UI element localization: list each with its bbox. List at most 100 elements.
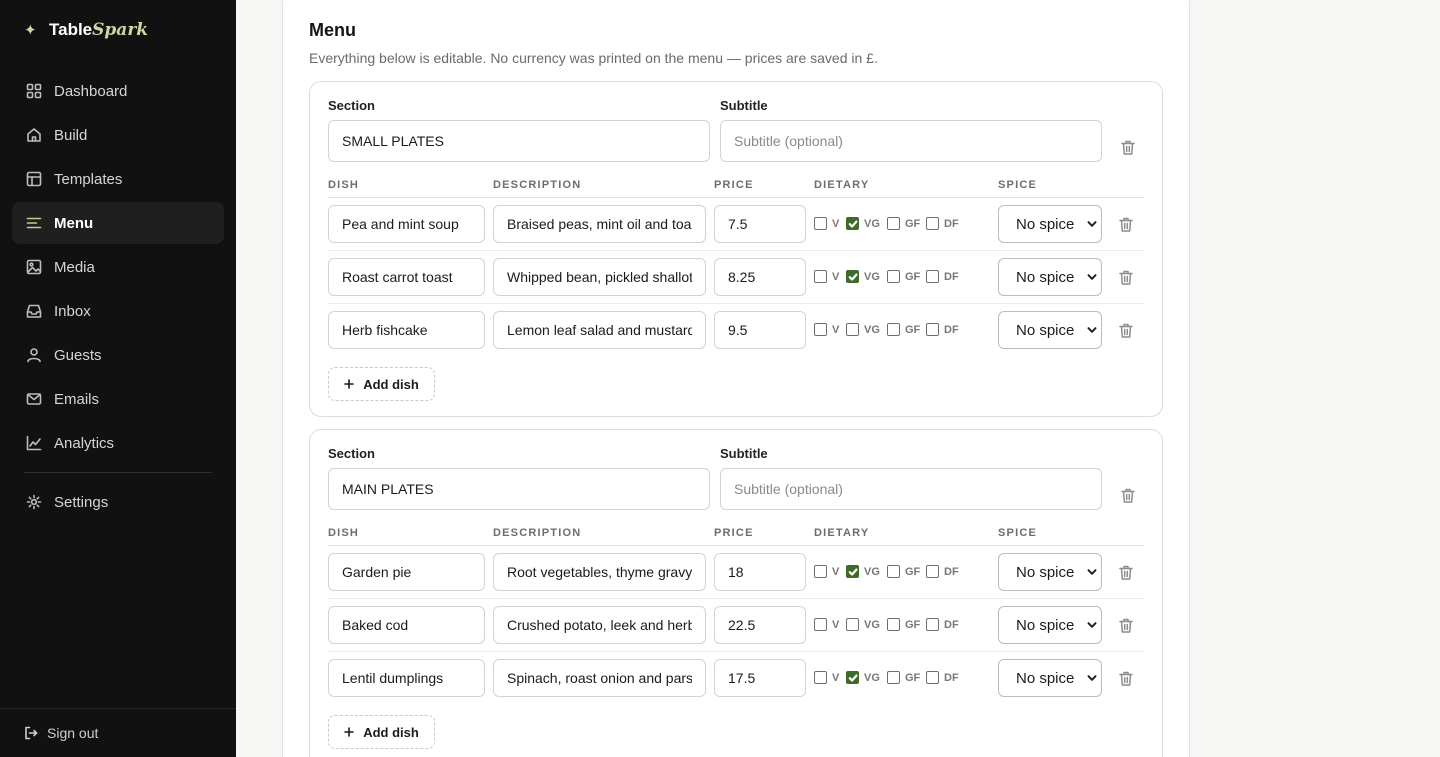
checkbox[interactable] xyxy=(887,217,900,230)
spice-select[interactable]: No spice xyxy=(998,205,1102,243)
dietary-df-checkbox[interactable]: DF xyxy=(926,217,959,230)
dietary-gf-checkbox[interactable]: GF xyxy=(887,270,920,283)
sign-out-button[interactable]: Sign out xyxy=(0,708,236,757)
dish-price-input[interactable] xyxy=(714,659,806,697)
brand-logo[interactable]: ✦ Table Spark xyxy=(24,18,148,42)
dish-description-input[interactable] xyxy=(493,553,706,591)
dish-description-input[interactable] xyxy=(493,258,706,296)
sidebar-item-analytics[interactable]: Analytics xyxy=(12,422,224,464)
dietary-vg-checkbox[interactable]: VG xyxy=(846,565,880,578)
dietary-gf-checkbox[interactable]: GF xyxy=(887,671,920,684)
dish-price-input[interactable] xyxy=(714,606,806,644)
delete-section-button[interactable] xyxy=(1120,139,1136,155)
checkbox[interactable] xyxy=(887,618,900,631)
delete-dish-button[interactable] xyxy=(1118,564,1134,580)
delete-dish-button[interactable] xyxy=(1118,670,1134,686)
dietary-df-checkbox[interactable]: DF xyxy=(926,565,959,578)
sidebar-item-menu[interactable]: Menu xyxy=(12,202,224,244)
dish-name-input[interactable] xyxy=(328,606,485,644)
dietary-df-checkbox[interactable]: DF xyxy=(926,618,959,631)
checkbox[interactable] xyxy=(887,671,900,684)
add-dish-button[interactable]: Add dish xyxy=(328,715,435,749)
dish-description-input[interactable] xyxy=(493,311,706,349)
checkbox[interactable] xyxy=(814,270,827,283)
checkbox[interactable] xyxy=(887,565,900,578)
spice-select[interactable]: No spice xyxy=(998,311,1102,349)
dish-name-input[interactable] xyxy=(328,659,485,697)
dietary-vg-checkbox[interactable]: VG xyxy=(846,323,880,336)
dietary-v-checkbox[interactable]: V xyxy=(814,323,839,336)
spice-select[interactable]: No spice xyxy=(998,258,1102,296)
dish-price-input[interactable] xyxy=(714,258,806,296)
spice-select[interactable]: No spice xyxy=(998,659,1102,697)
checkbox[interactable] xyxy=(846,217,859,230)
sidebar-item-settings[interactable]: Settings xyxy=(12,481,224,523)
dish-price-input[interactable] xyxy=(714,205,806,243)
checkbox[interactable] xyxy=(926,618,939,631)
dietary-v-checkbox[interactable]: V xyxy=(814,618,839,631)
checkbox[interactable] xyxy=(814,618,827,631)
dietary-v-checkbox[interactable]: V xyxy=(814,671,839,684)
dietary-v-checkbox[interactable]: V xyxy=(814,217,839,230)
checkbox[interactable] xyxy=(846,671,859,684)
dietary-vg-checkbox[interactable]: VG xyxy=(846,618,880,631)
brand-name-accent: Spark xyxy=(92,20,149,40)
add-dish-button[interactable]: Add dish xyxy=(328,367,435,401)
section-subtitle-input[interactable] xyxy=(720,120,1102,162)
dish-description-input[interactable] xyxy=(493,659,706,697)
dish-name-input[interactable] xyxy=(328,311,485,349)
dietary-gf-checkbox[interactable]: GF xyxy=(887,217,920,230)
checkbox[interactable] xyxy=(926,671,939,684)
delete-dish-button[interactable] xyxy=(1118,617,1134,633)
dish-name-input[interactable] xyxy=(328,553,485,591)
spice-select[interactable]: No spice xyxy=(998,606,1102,644)
delete-dish-button[interactable] xyxy=(1118,322,1134,338)
checkbox[interactable] xyxy=(926,323,939,336)
checkbox[interactable] xyxy=(846,323,859,336)
checkbox[interactable] xyxy=(926,565,939,578)
section-name-input[interactable] xyxy=(328,468,710,510)
checkbox[interactable] xyxy=(887,323,900,336)
dietary-v-checkbox[interactable]: V xyxy=(814,270,839,283)
sidebar-item-dashboard[interactable]: Dashboard xyxy=(12,70,224,112)
checkbox[interactable] xyxy=(846,565,859,578)
delete-dish-button[interactable] xyxy=(1118,269,1134,285)
dietary-vg-checkbox[interactable]: VG xyxy=(846,217,880,230)
checkbox[interactable] xyxy=(926,270,939,283)
sidebar-item-emails[interactable]: Emails xyxy=(12,378,224,420)
dietary-df-checkbox[interactable]: DF xyxy=(926,323,959,336)
section-name-input[interactable] xyxy=(328,120,710,162)
dietary-vg-checkbox[interactable]: VG xyxy=(846,671,880,684)
dish-price-input[interactable] xyxy=(714,311,806,349)
dietary-gf-checkbox[interactable]: GF xyxy=(887,618,920,631)
sidebar-item-templates[interactable]: Templates xyxy=(12,158,224,200)
spice-select[interactable]: No spice xyxy=(998,553,1102,591)
checkbox[interactable] xyxy=(814,323,827,336)
checkbox[interactable] xyxy=(846,270,859,283)
checkbox[interactable] xyxy=(814,217,827,230)
dietary-gf-checkbox[interactable]: GF xyxy=(887,323,920,336)
delete-dish-button[interactable] xyxy=(1118,216,1134,232)
delete-section-button[interactable] xyxy=(1120,487,1136,503)
dish-name-input[interactable] xyxy=(328,258,485,296)
checkbox[interactable] xyxy=(887,270,900,283)
dish-price-input[interactable] xyxy=(714,553,806,591)
checkbox[interactable] xyxy=(846,618,859,631)
dietary-v-checkbox[interactable]: V xyxy=(814,565,839,578)
dietary-gf-checkbox[interactable]: GF xyxy=(887,565,920,578)
checkbox[interactable] xyxy=(814,565,827,578)
sidebar-item-media[interactable]: Media xyxy=(12,246,224,288)
sidebar-item-build[interactable]: Build xyxy=(12,114,224,156)
section-subtitle-input[interactable] xyxy=(720,468,1102,510)
dish-description-input[interactable] xyxy=(493,205,706,243)
dish-description-input[interactable] xyxy=(493,606,706,644)
dietary-vg-checkbox[interactable]: VG xyxy=(846,270,880,283)
dish-name-input[interactable] xyxy=(328,205,485,243)
dietary-df-checkbox[interactable]: DF xyxy=(926,270,959,283)
checkbox[interactable] xyxy=(814,671,827,684)
checkbox[interactable] xyxy=(926,217,939,230)
sidebar-item-guests[interactable]: Guests xyxy=(12,334,224,376)
dietary-df-checkbox[interactable]: DF xyxy=(926,671,959,684)
sidebar-item-inbox[interactable]: Inbox xyxy=(12,290,224,332)
check-icon xyxy=(848,220,857,228)
